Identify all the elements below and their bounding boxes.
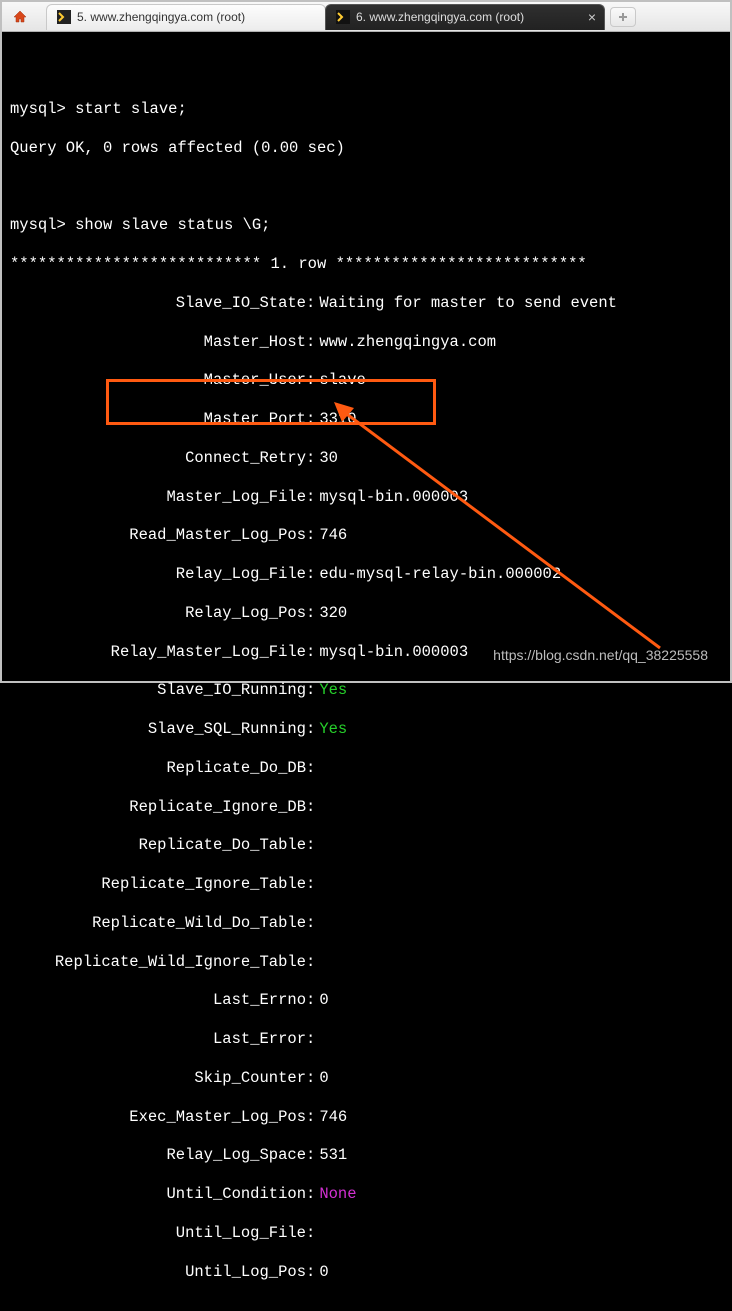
field-value: 746	[319, 526, 347, 545]
terminal-line: mysql> start slave;	[10, 100, 722, 119]
status-row: Replicate_Ignore_Table:	[10, 875, 722, 894]
terminal-icon	[57, 10, 71, 24]
field-label: Skip_Counter	[10, 1069, 306, 1088]
new-tab-button[interactable]	[610, 7, 636, 27]
status-row: Master_Port:3310	[10, 410, 722, 429]
status-row-highlighted: Slave_IO_Running:Yes	[10, 681, 722, 700]
field-label: Replicate_Ignore_DB	[10, 798, 306, 817]
field-label: Last_Errno	[10, 991, 306, 1010]
field-value: Yes	[319, 720, 347, 739]
field-label: Until_Log_Pos	[10, 1263, 306, 1282]
terminal-line	[10, 61, 722, 80]
field-label: Relay_Master_Log_File	[10, 643, 306, 662]
field-label: Relay_Log_Space	[10, 1146, 306, 1165]
field-label: Until_Condition	[10, 1185, 306, 1204]
command-text: show slave status \G;	[75, 216, 270, 234]
tab-bar: 5. www.zhengqingya.com (root) 6. www.zhe…	[2, 2, 730, 32]
field-value: 531	[319, 1146, 347, 1165]
field-value: 0	[319, 1069, 328, 1088]
tab-label: www.zhengqingya.com (root)	[369, 10, 524, 24]
prompt: mysql>	[10, 100, 66, 118]
tab-6[interactable]: 6. www.zhengqingya.com (root) ×	[325, 4, 605, 30]
status-row: Replicate_Do_Table:	[10, 836, 722, 855]
status-row: Connect_Retry:30	[10, 449, 722, 468]
terminal-line	[10, 178, 722, 197]
status-row: Until_Condition:None	[10, 1185, 722, 1204]
field-label: Master_User	[10, 371, 306, 390]
field-value: mysql-bin.000003	[319, 643, 468, 662]
field-label: Last_Error	[10, 1030, 306, 1049]
field-value: 320	[319, 604, 347, 623]
tab-label: www.zhengqingya.com (root)	[90, 10, 245, 24]
row-stars: ***************************	[336, 255, 587, 273]
status-row: Master_User:slave	[10, 371, 722, 390]
field-value: 746	[319, 1108, 347, 1127]
field-label: Replicate_Do_Table	[10, 836, 306, 855]
field-label: Master_Host	[10, 333, 306, 352]
field-value: slave	[319, 371, 366, 390]
field-value: www.zhengqingya.com	[319, 333, 496, 352]
status-row-highlighted: Slave_SQL_Running:Yes	[10, 720, 722, 739]
status-row: Relay_Log_Space:531	[10, 1146, 722, 1165]
field-label: Slave_IO_State	[10, 294, 306, 313]
field-value: Yes	[319, 681, 347, 700]
row-stars: ***************************	[10, 255, 261, 273]
field-label: Slave_SQL_Running	[10, 720, 306, 739]
field-label: Master_Log_File	[10, 488, 306, 507]
field-label: Read_Master_Log_Pos	[10, 526, 306, 545]
prompt: mysql>	[10, 216, 66, 234]
field-value: 0	[319, 991, 328, 1010]
field-value: mysql-bin.000003	[319, 488, 468, 507]
field-label: Connect_Retry	[10, 449, 306, 468]
field-value: 0	[319, 1263, 328, 1282]
tab-5[interactable]: 5. www.zhengqingya.com (root)	[46, 4, 326, 30]
field-label: Replicate_Ignore_Table	[10, 875, 306, 894]
status-row: Until_Log_Pos:0	[10, 1263, 722, 1282]
status-row: Master_Host:www.zhengqingya.com	[10, 333, 722, 352]
terminal-icon	[336, 10, 350, 24]
field-label: Exec_Master_Log_Pos	[10, 1108, 306, 1127]
field-value: 30	[319, 449, 338, 468]
tab-index: 5.	[77, 10, 87, 24]
status-row: Master_Log_File:mysql-bin.000003	[10, 488, 722, 507]
tab-index: 6.	[356, 10, 366, 24]
status-row: Relay_Log_Pos:320	[10, 604, 722, 623]
field-value: edu-mysql-relay-bin.000002	[319, 565, 561, 584]
terminal-line: *************************** 1. row *****…	[10, 255, 722, 274]
home-icon	[12, 9, 28, 25]
status-row: Last_Errno:0	[10, 991, 722, 1010]
terminal-line: Query OK, 0 rows affected (0.00 sec)	[10, 139, 722, 158]
status-row: Until_Log_File:	[10, 1224, 722, 1243]
status-row: Replicate_Wild_Ignore_Table:	[10, 953, 722, 972]
home-button[interactable]	[6, 6, 34, 28]
field-label: Replicate_Wild_Do_Table	[10, 914, 306, 933]
field-label: Until_Log_File	[10, 1224, 306, 1243]
field-label: Master_Port	[10, 410, 306, 429]
command-text: start slave;	[75, 100, 187, 118]
status-row: Exec_Master_Log_Pos:746	[10, 1108, 722, 1127]
plus-icon	[617, 11, 629, 23]
field-label: Relay_Log_Pos	[10, 604, 306, 623]
field-value: Waiting for master to send event	[319, 294, 617, 313]
terminal-line: mysql> show slave status \G;	[10, 216, 722, 235]
terminal-output[interactable]: mysql> start slave; Query OK, 0 rows aff…	[2, 32, 730, 1311]
status-row: Replicate_Wild_Do_Table:	[10, 914, 722, 933]
status-row: Replicate_Do_DB:	[10, 759, 722, 778]
field-label: Replicate_Wild_Ignore_Table	[10, 953, 306, 972]
row-number: 1. row	[261, 255, 335, 273]
status-row: Replicate_Ignore_DB:	[10, 798, 722, 817]
field-label: Relay_Log_File	[10, 565, 306, 584]
field-value: 3310	[319, 410, 356, 429]
status-row: Skip_Counter:0	[10, 1069, 722, 1088]
status-row: Slave_IO_State:Waiting for master to sen…	[10, 294, 722, 313]
close-icon[interactable]: ×	[588, 9, 596, 25]
status-row: Relay_Log_File:edu-mysql-relay-bin.00000…	[10, 565, 722, 584]
field-value: None	[319, 1185, 356, 1204]
field-label: Slave_IO_Running	[10, 681, 306, 700]
watermark: https://blog.csdn.net/qq_38225558	[493, 647, 708, 663]
status-row: Read_Master_Log_Pos:746	[10, 526, 722, 545]
status-row: Last_Error:	[10, 1030, 722, 1049]
field-label: Replicate_Do_DB	[10, 759, 306, 778]
